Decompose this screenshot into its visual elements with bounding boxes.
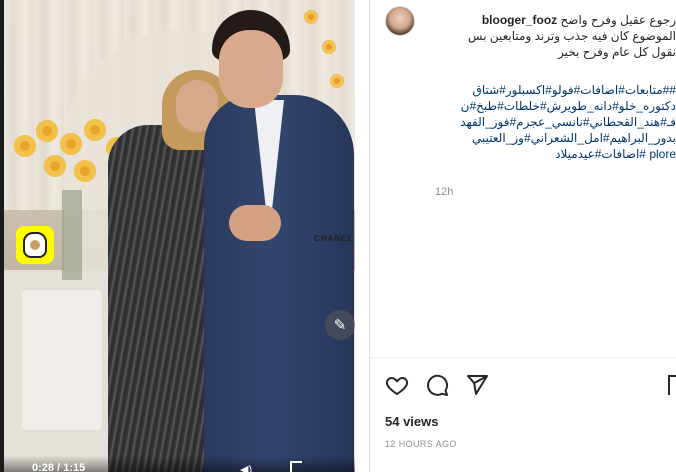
post-video[interactable]: CHANEL [4, 0, 355, 472]
caption-text: رجوع عقيل وفرح واضح [560, 13, 676, 27]
posted-time: 12 HOURS AGO [385, 439, 457, 449]
comment-icon[interactable] [424, 373, 450, 397]
caption-line-2: الموضوع كان فيه جذب وترند ومتابعين بس [467, 29, 676, 43]
snapchat-icon [16, 226, 54, 264]
hanging-flowers [304, 0, 354, 95]
man-face [219, 30, 283, 108]
hand [229, 205, 281, 241]
hashtag-line[interactable]: بدور_البراهيم#امل_الشعراني#وز_العتيبي [425, 130, 676, 146]
cake [22, 290, 102, 430]
hashtag-line[interactable]: دكتوره_خلو#دانه_طويرش#خلطات#طبخ#ن [425, 98, 676, 114]
hashtag-line[interactable]: plore #اضافات#عيدميلاد [425, 146, 676, 162]
post-caption: رجوع عقيل وفرح واضح blooger_fooz الموضوع… [425, 12, 676, 60]
hashtag-line[interactable]: ##متابعات#اضافات#فولو#اكسبلور#شتاق [425, 82, 676, 98]
hashtag-line[interactable]: فـ#هند_القحطاني#نانسي_عجرم#فوز_الفهد [425, 114, 676, 130]
panel-divider [369, 0, 370, 472]
caption-line-3: نقول كل عام وفرح بخير [558, 45, 676, 59]
volume-icon[interactable]: ◀) [240, 463, 252, 472]
fullscreen-icon[interactable] [290, 461, 302, 472]
video-time: 0:28 / 1:15 [32, 462, 85, 472]
instagram-post-page: CHANEL ✎ 0:28 / 1:15 ◀) رجوع عقيل وفرح و… [0, 0, 676, 472]
brand-text: CHANEL [314, 234, 354, 243]
post-age: 12h [435, 186, 454, 198]
caption-line-1: رجوع عقيل وفرح واضح blooger_fooz [425, 12, 676, 28]
pencil-icon[interactable]: ✎ [325, 310, 355, 340]
avatar[interactable] [385, 6, 415, 36]
time-separator: / [54, 462, 64, 472]
heart-icon[interactable] [384, 373, 410, 397]
bookmark-icon[interactable] [668, 375, 676, 395]
current-time: 0:28 [32, 462, 55, 472]
username-link[interactable]: blooger_fooz [482, 13, 557, 27]
duration: 1:15 [63, 462, 86, 472]
view-count[interactable]: 54 views [385, 414, 439, 429]
section-divider [370, 357, 676, 358]
man-figure [204, 95, 354, 472]
share-icon[interactable] [464, 373, 490, 397]
hashtag-block: ##متابعات#اضافات#فولو#اكسبلور#شتاق دكتور… [425, 82, 676, 162]
